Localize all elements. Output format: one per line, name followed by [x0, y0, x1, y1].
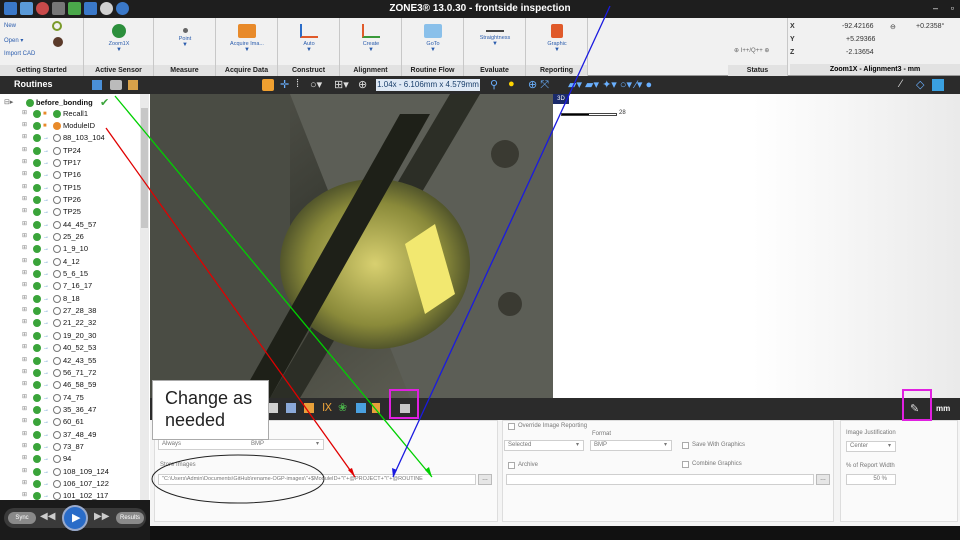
- green-arrow-head: [425, 467, 432, 477]
- path-ellipse: [151, 454, 325, 504]
- green-arrow-line: [114, 95, 433, 478]
- red-arrow-line: [105, 127, 356, 478]
- annotation-overlay: [105, 5, 611, 504]
- blue-arrow-line: [392, 5, 611, 478]
